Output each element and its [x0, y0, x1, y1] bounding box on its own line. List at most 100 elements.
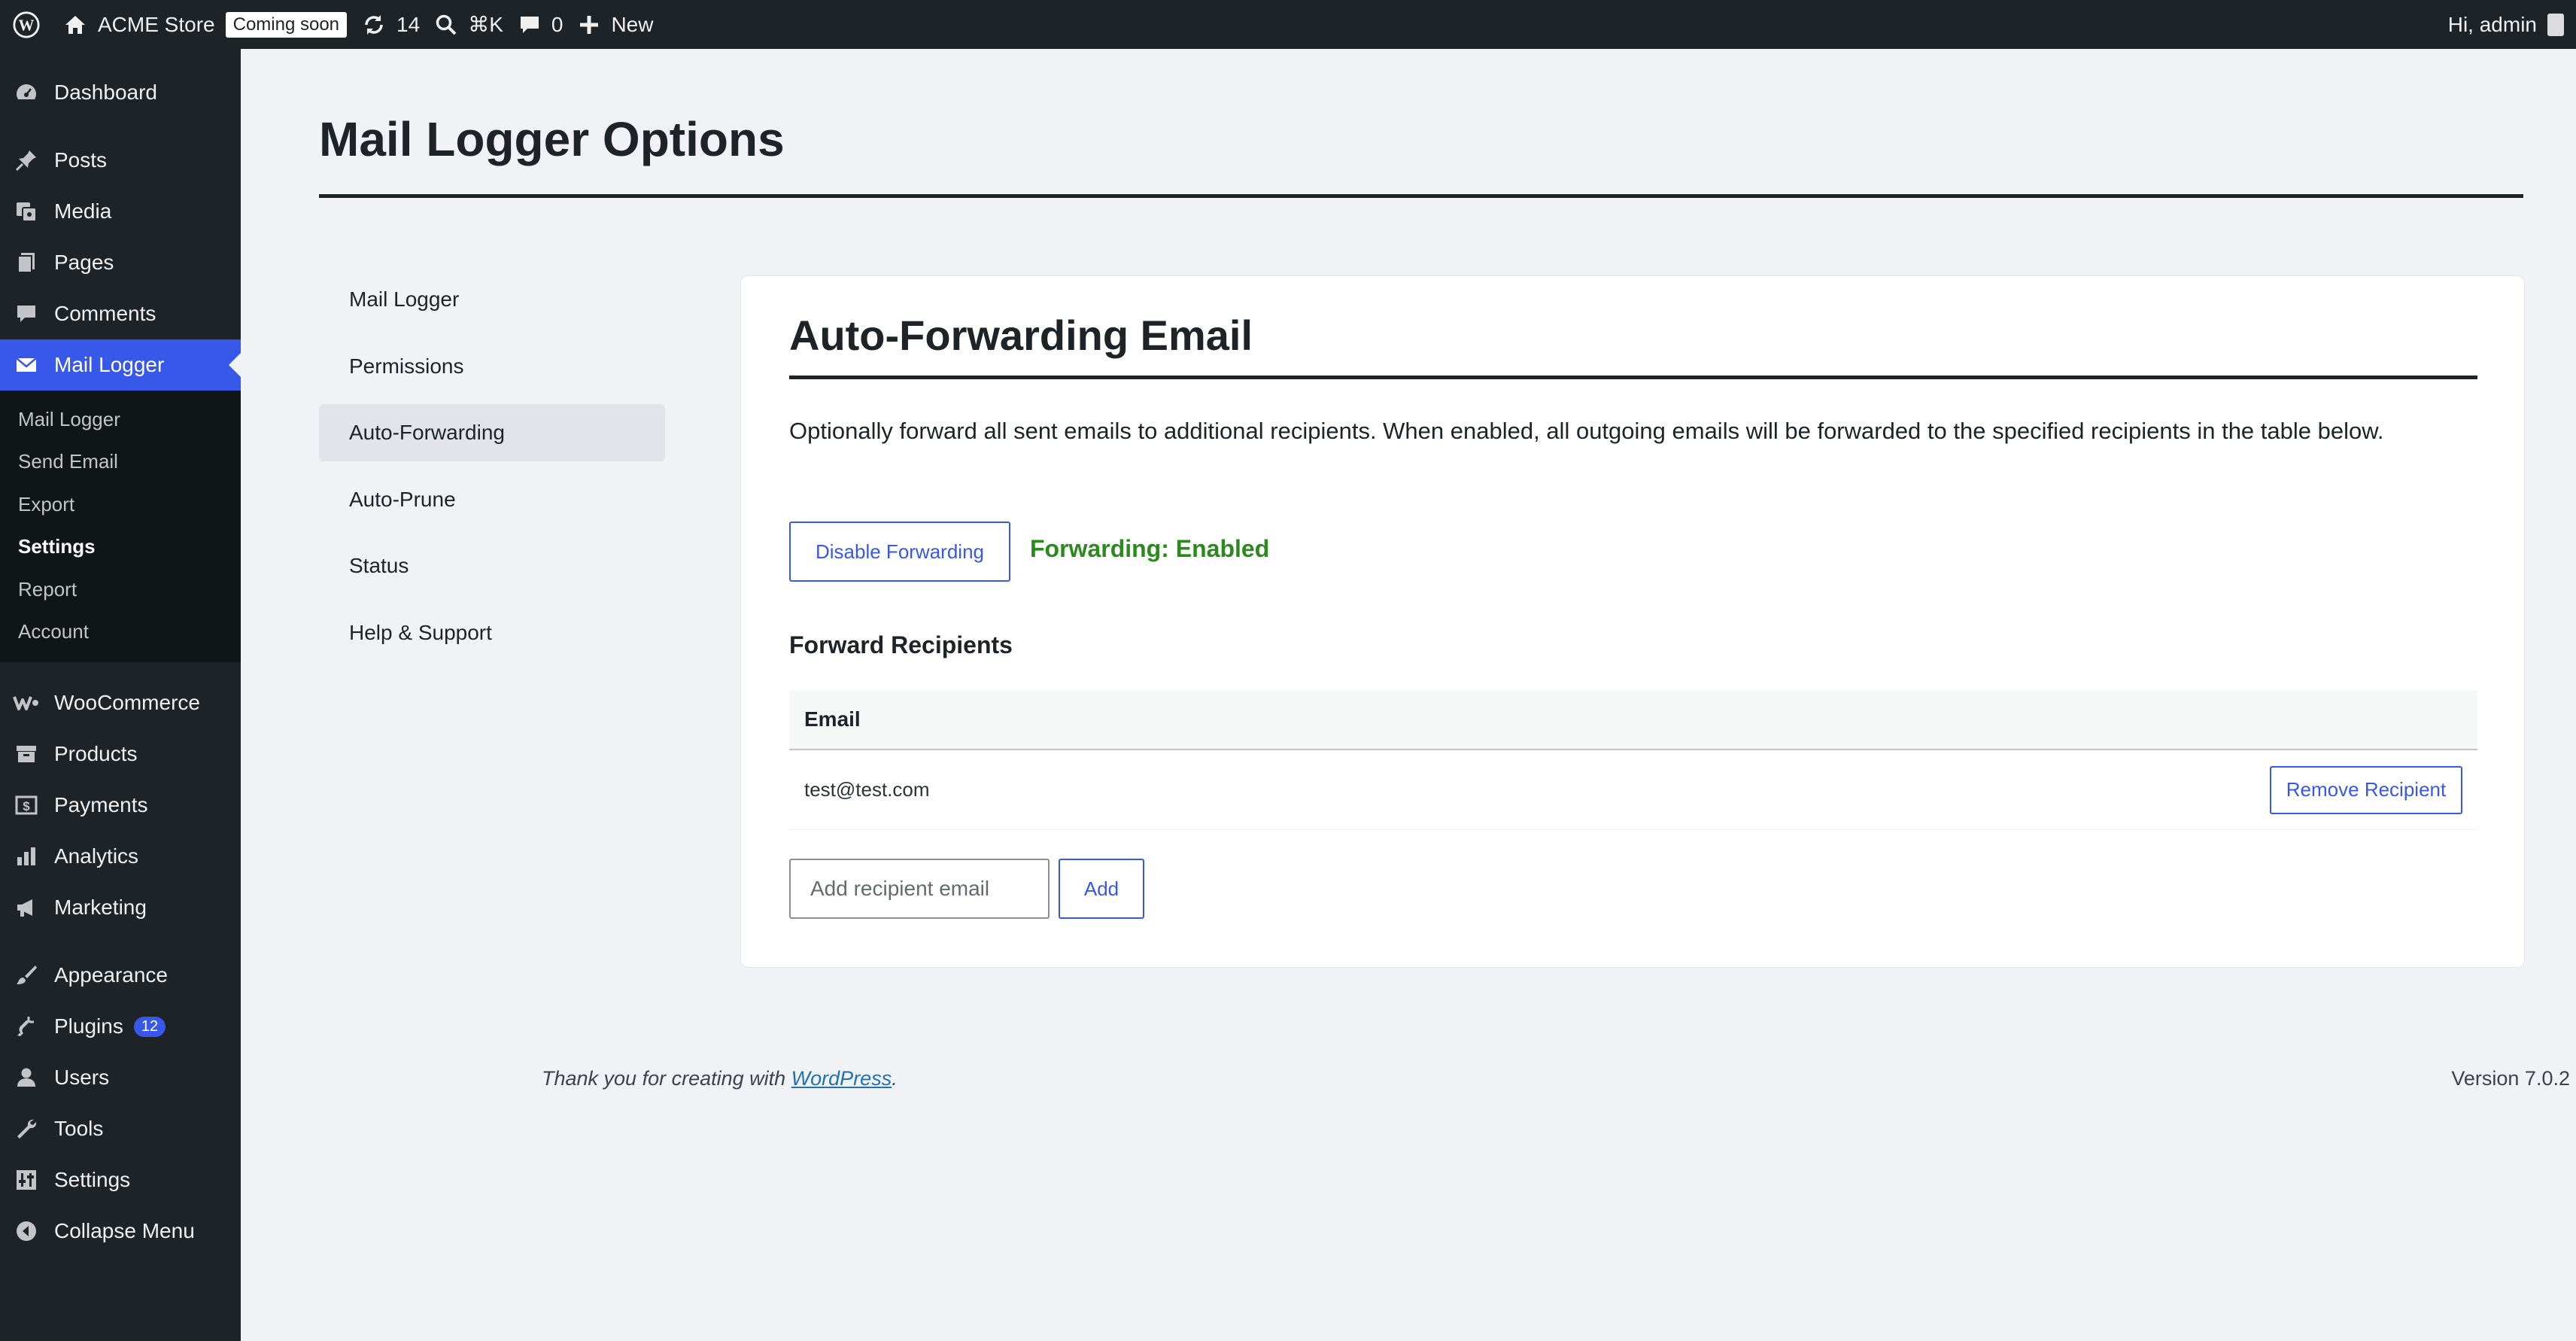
settings-nav: Mail Logger Permissions Auto-Forwarding … [319, 271, 665, 670]
footer-version: Version 7.0.2 [2451, 1067, 2570, 1090]
menu-pages[interactable]: Pages [0, 237, 241, 288]
title-divider [319, 194, 2523, 198]
menu-label: Payments [54, 793, 148, 816]
comments-count: 0 [551, 12, 564, 36]
mail-logger-submenu: Mail Logger Send Email Export Settings R… [0, 391, 241, 662]
coming-soon-badge[interactable]: Coming soon [225, 11, 348, 38]
menu-analytics[interactable]: Analytics [0, 831, 241, 882]
menu-label: Posts [54, 148, 108, 172]
menu-marketing[interactable]: Marketing [0, 882, 241, 933]
home-icon [63, 13, 87, 37]
menu-label: Users [54, 1066, 110, 1089]
comment-icon [518, 14, 541, 36]
menu-posts[interactable]: Posts [0, 135, 241, 186]
menu-label: Marketing [54, 896, 147, 919]
footer-thanks-prefix: Thank you for creating with [542, 1067, 791, 1090]
menu-label: Dashboard [54, 81, 157, 104]
search-shortcut: ⌘K [468, 13, 503, 36]
avatar [2547, 13, 2564, 36]
menu-mail-logger[interactable]: Mail Logger [0, 339, 241, 391]
menu-media[interactable]: Media [0, 186, 241, 237]
woocommerce-icon [12, 689, 41, 717]
settings-nav-auto-forwarding[interactable]: Auto-Forwarding [319, 404, 665, 461]
account-menu[interactable]: Hi, admin [2448, 0, 2576, 49]
wordpress-logo-icon[interactable]: W [0, 0, 53, 49]
user-icon [12, 1063, 41, 1092]
menu-appearance[interactable]: Appearance [0, 950, 241, 1001]
dashboard-icon [12, 78, 41, 107]
comments-icon [12, 300, 41, 328]
panel-divider [789, 376, 2477, 379]
plugins-count-badge: 12 [133, 1016, 166, 1037]
pin-icon [12, 146, 41, 175]
recipients-table: Email test@test.com Remove Recipient [789, 690, 2477, 830]
menu-label: Analytics [54, 844, 139, 868]
menu-label: Tools [54, 1117, 104, 1140]
page-title: Mail Logger Options [319, 112, 785, 166]
menu-settings[interactable]: Settings [0, 1154, 241, 1206]
recipients-heading: Forward Recipients [789, 631, 1013, 658]
settings-nav-status[interactable]: Status [319, 537, 665, 594]
settings-nav-mail-logger[interactable]: Mail Logger [319, 271, 665, 328]
svg-text:W: W [19, 16, 35, 34]
add-recipient-button[interactable]: Add [1059, 859, 1144, 919]
menu-label: Mail Logger [54, 353, 165, 376]
menu-label: Pages [54, 251, 114, 274]
site-name: ACME Store [98, 12, 215, 36]
envelope-icon [12, 351, 41, 379]
submenu-report[interactable]: Report [0, 568, 241, 611]
archive-icon [12, 740, 41, 768]
pages-icon [12, 248, 41, 277]
menu-woocommerce[interactable]: WooCommerce [0, 677, 241, 728]
payments-icon: $ [12, 791, 41, 820]
menu-label: Comments [54, 302, 156, 325]
footer-thanks: Thank you for creating with WordPress. [542, 1067, 898, 1090]
greeting: Hi, admin [2447, 12, 2537, 36]
comments-link[interactable]: 0 [511, 0, 571, 49]
wordpress-link[interactable]: WordPress [791, 1067, 892, 1090]
paintbrush-icon [12, 961, 41, 990]
menu-plugins[interactable]: Plugins 12 [0, 1001, 241, 1052]
disable-forwarding-button[interactable]: Disable Forwarding [789, 522, 1010, 582]
table-row: test@test.com Remove Recipient [789, 750, 2477, 830]
megaphone-icon [12, 893, 41, 922]
media-icon [12, 197, 41, 226]
auto-forwarding-panel: Auto-Forwarding Email Optionally forward… [740, 275, 2525, 968]
updates-link[interactable]: 14 [354, 0, 427, 49]
bar-chart-icon [12, 842, 41, 871]
collapse-arrow-icon [12, 1217, 41, 1245]
recipient-email: test@test.com [804, 778, 930, 801]
new-content-link[interactable]: New [570, 0, 661, 49]
collapse-menu-button[interactable]: Collapse Menu [0, 1206, 241, 1257]
updates-count: 14 [396, 12, 421, 36]
submenu-mail-logger[interactable]: Mail Logger [0, 398, 241, 441]
menu-tools[interactable]: Tools [0, 1103, 241, 1154]
menu-users[interactable]: Users [0, 1052, 241, 1103]
menu-label: Products [54, 742, 138, 765]
menu-comments[interactable]: Comments [0, 288, 241, 339]
menu-dashboard[interactable]: Dashboard [0, 67, 241, 118]
panel-title: Auto-Forwarding Email [789, 312, 1253, 359]
panel-description: Optionally forward all sent emails to ad… [789, 418, 2384, 444]
admin-bar: W ACME Store Coming soon 14 ⌘K 0 New Hi,… [0, 0, 2576, 49]
menu-products[interactable]: Products [0, 728, 241, 780]
recipient-email-input[interactable] [789, 859, 1050, 919]
settings-nav-permissions[interactable]: Permissions [319, 338, 665, 395]
settings-nav-help-support[interactable]: Help & Support [319, 604, 665, 661]
plug-icon [12, 1012, 41, 1041]
submenu-settings[interactable]: Settings [0, 526, 241, 569]
svg-text:$: $ [23, 799, 30, 813]
site-name-link[interactable]: ACME Store Coming soon [56, 0, 354, 49]
remove-recipient-button[interactable]: Remove Recipient [2270, 765, 2462, 814]
updates-icon [362, 13, 386, 37]
menu-payments[interactable]: $ Payments [0, 780, 241, 831]
submenu-send-email[interactable]: Send Email [0, 441, 241, 484]
menu-label: Settings [54, 1168, 131, 1191]
menu-label: Appearance [54, 963, 169, 987]
submenu-account[interactable]: Account [0, 611, 241, 654]
command-search[interactable]: ⌘K [427, 0, 511, 49]
submenu-export[interactable]: Export [0, 483, 241, 526]
plus-icon [578, 14, 600, 36]
admin-sidebar: Dashboard Posts Media Pages Comments Mai… [0, 49, 241, 1341]
settings-nav-auto-prune[interactable]: Auto-Prune [319, 471, 665, 528]
